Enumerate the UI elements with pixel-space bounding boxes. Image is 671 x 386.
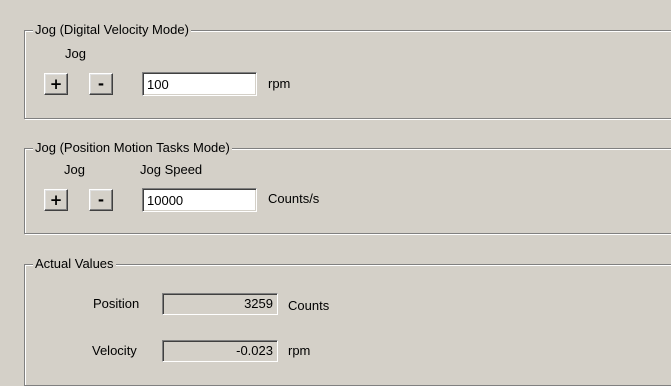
jog-velocity-speed-input[interactable]	[142, 72, 257, 96]
actual-values-group: Actual Values Position 3259 Counts Veloc…	[24, 256, 671, 386]
jog-position-plus-button[interactable]: +	[44, 189, 68, 211]
jog-speed-label: Jog Speed	[140, 162, 203, 177]
jog-position-minus-button[interactable]: -	[89, 189, 113, 211]
actual-values-group-title: Actual Values	[33, 256, 116, 272]
jog-velocity-plus-button[interactable]: +	[44, 73, 68, 95]
velocity-label: Velocity	[92, 343, 137, 358]
jog-velocity-jog-label: Jog	[65, 46, 86, 61]
position-value: 3259	[162, 293, 278, 315]
velocity-unit-label: rpm	[288, 343, 311, 358]
position-unit-label: Counts	[288, 298, 330, 313]
jog-velocity-minus-button[interactable]: -	[89, 73, 113, 95]
jog-position-group: Jog (Position Motion Tasks Mode) Jog Jog…	[24, 140, 671, 234]
position-label: Position	[93, 296, 140, 311]
velocity-value: -0.023	[162, 340, 278, 362]
jog-velocity-group: Jog (Digital Velocity Mode) Jog + - rpm	[24, 22, 671, 119]
jog-position-speed-input[interactable]	[142, 188, 257, 212]
jog-velocity-unit-label: rpm	[268, 76, 291, 91]
jog-velocity-group-title: Jog (Digital Velocity Mode)	[33, 22, 191, 38]
jog-position-group-title: Jog (Position Motion Tasks Mode)	[33, 140, 232, 156]
jog-position-unit-label: Counts/s	[268, 191, 320, 206]
jog-position-jog-label: Jog	[64, 162, 85, 177]
